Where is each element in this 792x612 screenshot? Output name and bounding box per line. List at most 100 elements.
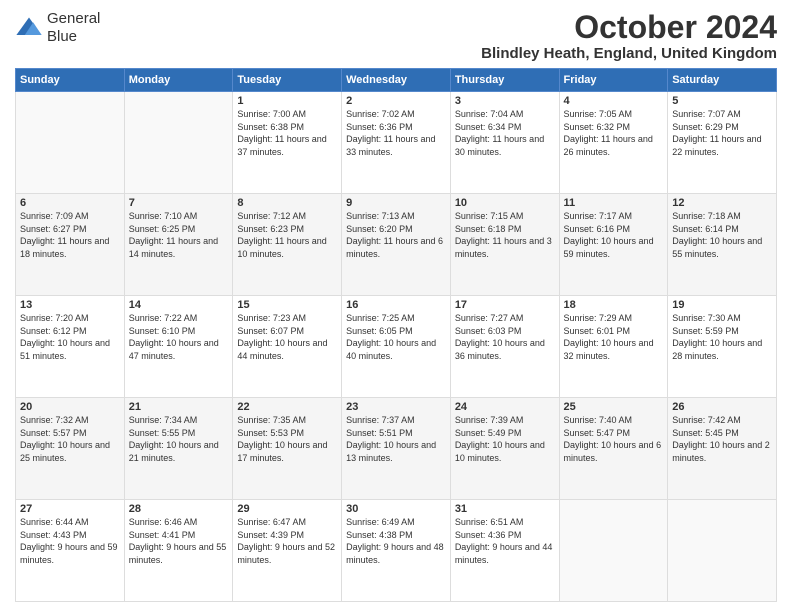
day-number: 7 bbox=[129, 197, 229, 209]
day-number: 13 bbox=[20, 299, 120, 311]
day-number: 15 bbox=[237, 299, 337, 311]
day-cell: 14Sunrise: 7:22 AMSunset: 6:10 PMDayligh… bbox=[124, 296, 233, 398]
col-saturday: Saturday bbox=[668, 69, 777, 92]
day-cell: 22Sunrise: 7:35 AMSunset: 5:53 PMDayligh… bbox=[233, 398, 342, 500]
day-number: 23 bbox=[346, 401, 446, 413]
day-number: 2 bbox=[346, 95, 446, 107]
day-cell: 9Sunrise: 7:13 AMSunset: 6:20 PMDaylight… bbox=[342, 194, 451, 296]
day-number: 19 bbox=[672, 299, 772, 311]
day-number: 27 bbox=[20, 503, 120, 515]
day-cell: 29Sunrise: 6:47 AMSunset: 4:39 PMDayligh… bbox=[233, 500, 342, 602]
day-cell: 13Sunrise: 7:20 AMSunset: 6:12 PMDayligh… bbox=[16, 296, 125, 398]
day-cell: 18Sunrise: 7:29 AMSunset: 6:01 PMDayligh… bbox=[559, 296, 668, 398]
day-number: 5 bbox=[672, 95, 772, 107]
day-detail: Sunrise: 6:44 AMSunset: 4:43 PMDaylight:… bbox=[20, 516, 120, 566]
day-cell: 7Sunrise: 7:10 AMSunset: 6:25 PMDaylight… bbox=[124, 194, 233, 296]
week-row-2: 6Sunrise: 7:09 AMSunset: 6:27 PMDaylight… bbox=[16, 194, 777, 296]
day-detail: Sunrise: 7:35 AMSunset: 5:53 PMDaylight:… bbox=[237, 414, 337, 464]
col-monday: Monday bbox=[124, 69, 233, 92]
logo-text: General Blue bbox=[47, 10, 100, 46]
day-number: 16 bbox=[346, 299, 446, 311]
week-row-3: 13Sunrise: 7:20 AMSunset: 6:12 PMDayligh… bbox=[16, 296, 777, 398]
week-row-1: 1Sunrise: 7:00 AMSunset: 6:38 PMDaylight… bbox=[16, 92, 777, 194]
day-detail: Sunrise: 7:17 AMSunset: 6:16 PMDaylight:… bbox=[564, 210, 664, 260]
day-number: 10 bbox=[455, 197, 555, 209]
col-wednesday: Wednesday bbox=[342, 69, 451, 92]
day-number: 28 bbox=[129, 503, 229, 515]
day-number: 12 bbox=[672, 197, 772, 209]
day-cell: 31Sunrise: 6:51 AMSunset: 4:36 PMDayligh… bbox=[450, 500, 559, 602]
day-cell: 17Sunrise: 7:27 AMSunset: 6:03 PMDayligh… bbox=[450, 296, 559, 398]
day-number: 1 bbox=[237, 95, 337, 107]
title-block: October 2024 Blindley Heath, England, Un… bbox=[481, 10, 777, 62]
day-number: 3 bbox=[455, 95, 555, 107]
day-cell: 3Sunrise: 7:04 AMSunset: 6:34 PMDaylight… bbox=[450, 92, 559, 194]
day-cell: 24Sunrise: 7:39 AMSunset: 5:49 PMDayligh… bbox=[450, 398, 559, 500]
day-number: 22 bbox=[237, 401, 337, 413]
logo-icon bbox=[15, 14, 43, 42]
day-detail: Sunrise: 7:18 AMSunset: 6:14 PMDaylight:… bbox=[672, 210, 772, 260]
col-tuesday: Tuesday bbox=[233, 69, 342, 92]
day-number: 8 bbox=[237, 197, 337, 209]
day-detail: Sunrise: 7:32 AMSunset: 5:57 PMDaylight:… bbox=[20, 414, 120, 464]
week-row-4: 20Sunrise: 7:32 AMSunset: 5:57 PMDayligh… bbox=[16, 398, 777, 500]
day-cell: 20Sunrise: 7:32 AMSunset: 5:57 PMDayligh… bbox=[16, 398, 125, 500]
day-number: 31 bbox=[455, 503, 555, 515]
day-detail: Sunrise: 6:51 AMSunset: 4:36 PMDaylight:… bbox=[455, 516, 555, 566]
col-sunday: Sunday bbox=[16, 69, 125, 92]
day-cell: 10Sunrise: 7:15 AMSunset: 6:18 PMDayligh… bbox=[450, 194, 559, 296]
day-detail: Sunrise: 7:20 AMSunset: 6:12 PMDaylight:… bbox=[20, 312, 120, 362]
page: General Blue October 2024 Blindley Heath… bbox=[0, 0, 792, 612]
day-detail: Sunrise: 7:00 AMSunset: 6:38 PMDaylight:… bbox=[237, 108, 337, 158]
day-detail: Sunrise: 7:04 AMSunset: 6:34 PMDaylight:… bbox=[455, 108, 555, 158]
day-cell: 8Sunrise: 7:12 AMSunset: 6:23 PMDaylight… bbox=[233, 194, 342, 296]
col-thursday: Thursday bbox=[450, 69, 559, 92]
day-cell bbox=[16, 92, 125, 194]
day-number: 18 bbox=[564, 299, 664, 311]
day-detail: Sunrise: 7:37 AMSunset: 5:51 PMDaylight:… bbox=[346, 414, 446, 464]
header-row: Sunday Monday Tuesday Wednesday Thursday… bbox=[16, 69, 777, 92]
day-detail: Sunrise: 7:29 AMSunset: 6:01 PMDaylight:… bbox=[564, 312, 664, 362]
day-detail: Sunrise: 7:22 AMSunset: 6:10 PMDaylight:… bbox=[129, 312, 229, 362]
day-number: 21 bbox=[129, 401, 229, 413]
day-cell: 16Sunrise: 7:25 AMSunset: 6:05 PMDayligh… bbox=[342, 296, 451, 398]
day-number: 26 bbox=[672, 401, 772, 413]
day-number: 25 bbox=[564, 401, 664, 413]
day-cell: 2Sunrise: 7:02 AMSunset: 6:36 PMDaylight… bbox=[342, 92, 451, 194]
day-detail: Sunrise: 7:10 AMSunset: 6:25 PMDaylight:… bbox=[129, 210, 229, 260]
day-cell: 11Sunrise: 7:17 AMSunset: 6:16 PMDayligh… bbox=[559, 194, 668, 296]
day-detail: Sunrise: 7:15 AMSunset: 6:18 PMDaylight:… bbox=[455, 210, 555, 260]
day-number: 11 bbox=[564, 197, 664, 209]
day-cell: 1Sunrise: 7:00 AMSunset: 6:38 PMDaylight… bbox=[233, 92, 342, 194]
day-cell: 12Sunrise: 7:18 AMSunset: 6:14 PMDayligh… bbox=[668, 194, 777, 296]
day-number: 6 bbox=[20, 197, 120, 209]
day-cell: 4Sunrise: 7:05 AMSunset: 6:32 PMDaylight… bbox=[559, 92, 668, 194]
day-detail: Sunrise: 7:42 AMSunset: 5:45 PMDaylight:… bbox=[672, 414, 772, 464]
header: General Blue October 2024 Blindley Heath… bbox=[15, 10, 777, 62]
day-cell: 25Sunrise: 7:40 AMSunset: 5:47 PMDayligh… bbox=[559, 398, 668, 500]
logo-line2: Blue bbox=[47, 28, 100, 46]
day-cell: 21Sunrise: 7:34 AMSunset: 5:55 PMDayligh… bbox=[124, 398, 233, 500]
day-detail: Sunrise: 7:39 AMSunset: 5:49 PMDaylight:… bbox=[455, 414, 555, 464]
day-detail: Sunrise: 7:30 AMSunset: 5:59 PMDaylight:… bbox=[672, 312, 772, 362]
day-cell: 5Sunrise: 7:07 AMSunset: 6:29 PMDaylight… bbox=[668, 92, 777, 194]
day-number: 9 bbox=[346, 197, 446, 209]
day-number: 17 bbox=[455, 299, 555, 311]
day-detail: Sunrise: 7:09 AMSunset: 6:27 PMDaylight:… bbox=[20, 210, 120, 260]
logo-line1: General bbox=[47, 10, 100, 28]
day-cell: 23Sunrise: 7:37 AMSunset: 5:51 PMDayligh… bbox=[342, 398, 451, 500]
day-cell bbox=[559, 500, 668, 602]
day-number: 30 bbox=[346, 503, 446, 515]
day-cell: 26Sunrise: 7:42 AMSunset: 5:45 PMDayligh… bbox=[668, 398, 777, 500]
day-cell bbox=[124, 92, 233, 194]
day-detail: Sunrise: 7:02 AMSunset: 6:36 PMDaylight:… bbox=[346, 108, 446, 158]
day-cell: 19Sunrise: 7:30 AMSunset: 5:59 PMDayligh… bbox=[668, 296, 777, 398]
day-detail: Sunrise: 7:25 AMSunset: 6:05 PMDaylight:… bbox=[346, 312, 446, 362]
day-detail: Sunrise: 7:07 AMSunset: 6:29 PMDaylight:… bbox=[672, 108, 772, 158]
day-detail: Sunrise: 7:13 AMSunset: 6:20 PMDaylight:… bbox=[346, 210, 446, 260]
day-detail: Sunrise: 6:46 AMSunset: 4:41 PMDaylight:… bbox=[129, 516, 229, 566]
month-title: October 2024 bbox=[481, 10, 777, 45]
day-number: 4 bbox=[564, 95, 664, 107]
day-detail: Sunrise: 6:47 AMSunset: 4:39 PMDaylight:… bbox=[237, 516, 337, 566]
day-cell: 30Sunrise: 6:49 AMSunset: 4:38 PMDayligh… bbox=[342, 500, 451, 602]
